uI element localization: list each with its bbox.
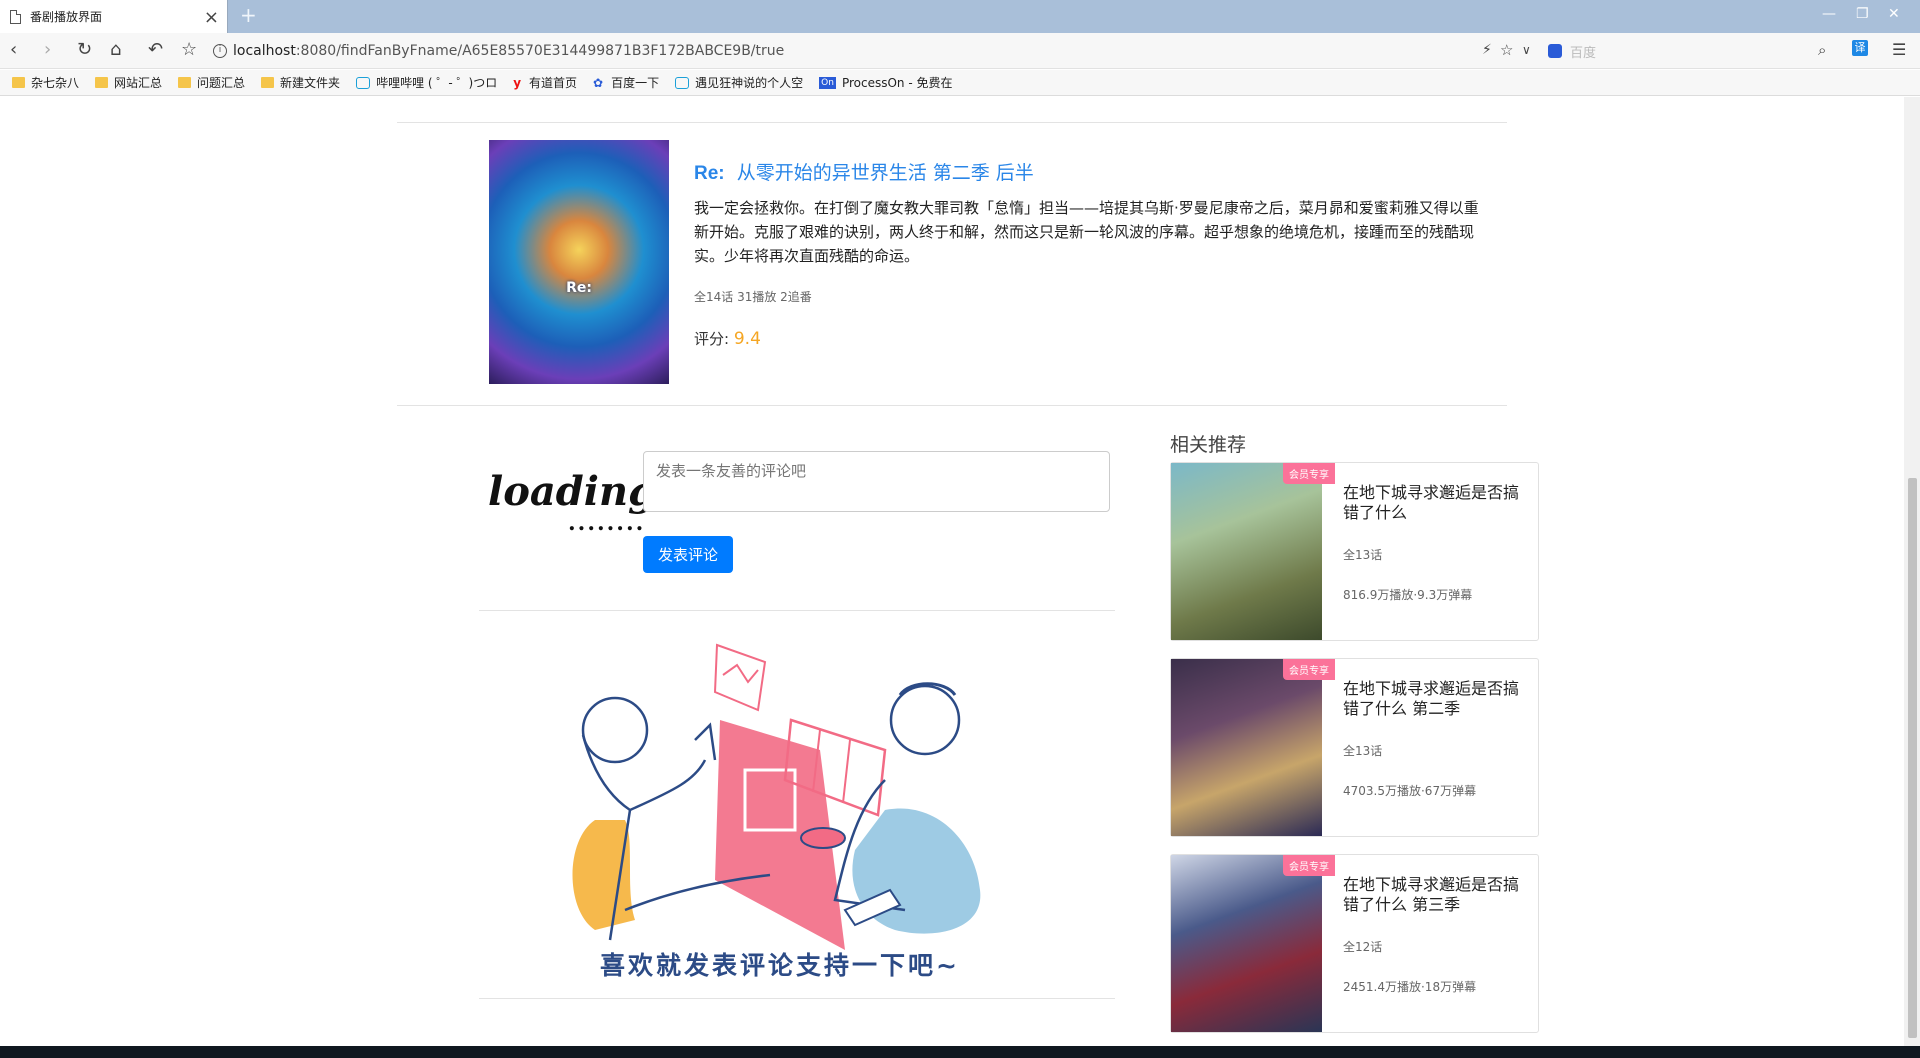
recommend-plays: 816.9万播放·9.3万弹幕 xyxy=(1343,588,1473,602)
search-engine-box[interactable]: 百度 xyxy=(1548,40,1848,62)
folder-icon xyxy=(12,77,25,88)
recommend-plays: 2451.4万播放·18万弹幕 xyxy=(1343,980,1477,994)
bookmark-item[interactable]: 网站汇总 xyxy=(95,74,162,91)
address-bar[interactable]: i localhost:8080/findFanByFname/A65E8557… xyxy=(213,39,1513,63)
vip-badge: 会员专享 xyxy=(1283,463,1335,484)
new-tab-icon[interactable]: + xyxy=(240,3,257,27)
url-host: localhost xyxy=(233,43,296,59)
poster-title: Re: xyxy=(566,280,592,296)
illustration-caption: 喜欢就发表评论支持一下吧~ xyxy=(600,951,960,980)
divider xyxy=(479,998,1115,999)
youdao-icon: y xyxy=(513,75,522,90)
anime-title-prefix: Re: xyxy=(694,163,725,184)
recommend-episodes: 全13话 xyxy=(1343,744,1383,758)
undo-icon[interactable]: ↶ xyxy=(148,39,163,60)
processon-icon: On xyxy=(819,76,836,89)
bookmark-label: 网站汇总 xyxy=(114,76,163,90)
bookmark-label: 遇见狂神说的个人空 xyxy=(695,76,804,90)
bookmark-item[interactable]: y 有道首页 xyxy=(513,74,577,91)
anime-score: 评分: 9.4 xyxy=(694,328,761,349)
avatar-dots: ........ xyxy=(568,510,646,536)
folder-icon xyxy=(261,77,275,88)
page-icon xyxy=(10,9,21,24)
bookmark-label: 杂七杂八 xyxy=(31,76,80,90)
recommend-title[interactable]: 在地下城寻求邂逅是否搞错了什么 第二季 xyxy=(1343,679,1523,719)
restore-icon[interactable]: ❐ xyxy=(1856,6,1869,22)
bookmark-label: ProcessOn - 免费在 xyxy=(841,76,953,90)
recommend-card[interactable]: 会员专享 在地下城寻求邂逅是否搞错了什么 第二季 全13话 4703.5万播放·… xyxy=(1170,658,1539,837)
home-icon[interactable]: ⌂ xyxy=(110,39,121,60)
favorite-star-icon[interactable]: ☆ xyxy=(1500,41,1513,59)
bookmarks-bar: 杂七杂八 网站汇总 问题汇总 新建文件夹 哔哩哔哩 ( ゜- ゜)つロ y 有道首… xyxy=(0,70,1920,96)
anime-title[interactable]: Re: 从零开始的异世界生活 第二季 后半 xyxy=(694,158,1034,185)
baidu-paw-icon xyxy=(1548,44,1562,58)
recommend-title[interactable]: 在地下城寻求邂逅是否搞错了什么 xyxy=(1343,483,1523,523)
recommend-episodes: 全13话 xyxy=(1343,548,1383,562)
lightning-icon[interactable]: ⚡ xyxy=(1482,42,1492,58)
bookmark-label: 问题汇总 xyxy=(197,76,246,90)
bookmark-item[interactable]: 遇见狂神说的个人空 xyxy=(675,74,803,91)
score-label: 评分: xyxy=(694,330,730,348)
anime-meta: 全14话 31播放 2追番 xyxy=(694,290,812,304)
chevron-down-icon[interactable]: ∨ xyxy=(1522,43,1531,57)
bookmark-item[interactable]: On ProcessOn - 免费在 xyxy=(819,74,952,91)
bookmark-item[interactable]: ✿ 百度一下 xyxy=(593,74,659,91)
recommend-heading: 相关推荐 xyxy=(1170,434,1247,456)
anime-poster[interactable]: Re: xyxy=(489,140,669,384)
divider xyxy=(397,122,1507,123)
bookmark-label: 有道首页 xyxy=(529,76,578,90)
baidu-icon: ✿ xyxy=(593,75,604,90)
reload-icon[interactable]: ↻ xyxy=(77,39,92,60)
close-tab-icon[interactable]: × xyxy=(204,7,219,28)
bookmark-label: 哔哩哔哩 ( ゜- ゜)つロ xyxy=(376,76,498,90)
recommend-card[interactable]: 会员专享 在地下城寻求邂逅是否搞错了什么 第三季 全12话 2451.4万播放·… xyxy=(1170,854,1539,1033)
menu-icon[interactable]: ☰ xyxy=(1892,40,1906,59)
browser-tab-bar: 番剧播放界面 × + — ❐ ✕ xyxy=(0,0,1920,33)
bookmark-item[interactable]: 哔哩哔哩 ( ゜- ゜)つロ xyxy=(356,74,497,91)
forward-icon[interactable]: › xyxy=(44,39,51,60)
bookmark-item[interactable]: 杂七杂八 xyxy=(12,74,79,91)
recommend-plays: 4703.5万播放·67万弹幕 xyxy=(1343,784,1477,798)
divider xyxy=(479,610,1115,611)
user-avatar: loading ........ xyxy=(488,468,657,536)
bookmark-item[interactable]: 新建文件夹 xyxy=(261,74,340,91)
back-icon[interactable]: ‹ xyxy=(10,39,17,60)
minimize-icon[interactable]: — xyxy=(1822,6,1836,22)
bookmark-label: 新建文件夹 xyxy=(280,76,341,90)
anime-description: 我一定会拯救你。在打倒了魔女教大罪司教「怠惰」担当——培提其乌斯·罗曼尼康帝之后… xyxy=(694,199,1479,265)
anime-title-text: 从零开始的异世界生活 第二季 后半 xyxy=(736,162,1034,184)
site-info-icon[interactable]: i xyxy=(213,44,227,58)
submit-comment-button[interactable]: 发表评论 xyxy=(643,536,733,573)
bookmark-label: 百度一下 xyxy=(611,76,660,90)
score-value: 9.4 xyxy=(733,329,761,349)
bookmark-item[interactable]: 问题汇总 xyxy=(178,74,245,91)
bilibili-icon xyxy=(675,76,690,89)
recommend-card[interactable]: 会员专享 在地下城寻求邂逅是否搞错了什么 全13话 816.9万播放·9.3万弹… xyxy=(1170,462,1539,641)
scrollbar-thumb[interactable] xyxy=(1908,478,1917,1038)
comment-input[interactable] xyxy=(643,451,1110,512)
browser-tab-active[interactable]: 番剧播放界面 × xyxy=(0,0,228,33)
divider xyxy=(397,405,1507,406)
recommend-episodes: 全12话 xyxy=(1343,940,1383,954)
vip-badge: 会员专享 xyxy=(1283,855,1335,876)
folder-icon xyxy=(95,77,109,88)
folder-icon xyxy=(178,77,192,88)
recommend-cover[interactable] xyxy=(1171,659,1322,836)
comment-illustration xyxy=(572,643,981,950)
bilibili-icon xyxy=(356,76,371,89)
translate-icon[interactable]: 译 xyxy=(1852,40,1868,56)
tab-title: 番剧播放界面 xyxy=(30,10,103,24)
close-window-icon[interactable]: ✕ xyxy=(1888,6,1900,22)
os-taskbar xyxy=(0,1046,1920,1058)
recommend-cover[interactable] xyxy=(1171,855,1322,1032)
avatar-loading-text: loading xyxy=(488,468,657,515)
bookmark-star-icon[interactable]: ☆ xyxy=(181,39,197,60)
recommend-title[interactable]: 在地下城寻求邂逅是否搞错了什么 第三季 xyxy=(1343,875,1523,915)
page-scrollbar[interactable] xyxy=(1904,97,1920,1046)
recommend-cover[interactable] xyxy=(1171,463,1322,640)
vip-badge: 会员专享 xyxy=(1283,659,1335,680)
url-path: :8080/findFanByFname/A65E85570E314499871… xyxy=(295,43,785,59)
search-placeholder: 百度 xyxy=(1570,45,1597,61)
